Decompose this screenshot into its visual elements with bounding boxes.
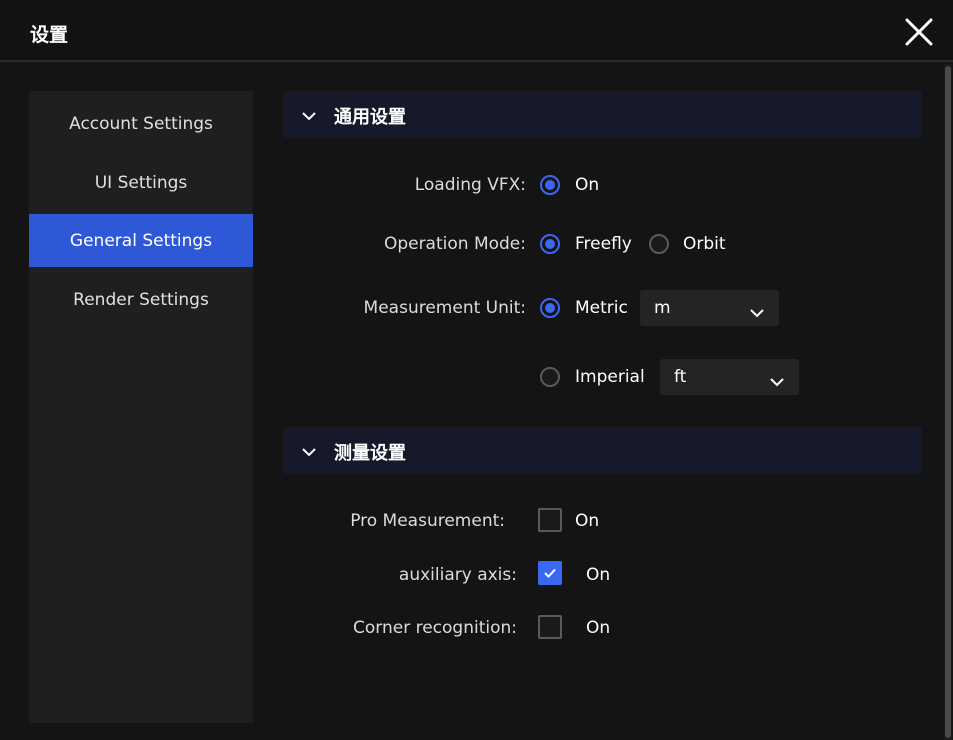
loading-vfx-label: Loading VFX: — [414, 175, 526, 195]
operation-mode-label: Operation Mode: — [383, 234, 526, 254]
measurement-unit-label: Measurement Unit: — [363, 298, 526, 318]
freefly-label: Freefly — [575, 234, 632, 254]
freefly-radio[interactable] — [540, 234, 560, 254]
check-icon — [544, 568, 556, 578]
sidebar: Account Settings UI Settings General Set… — [29, 91, 253, 723]
metric-radio[interactable] — [540, 298, 560, 318]
section-title-measure: 测量设置 — [334, 443, 406, 464]
corner-recognition-checkbox[interactable] — [538, 615, 562, 639]
corner-recognition-label: Corner recognition: — [353, 618, 517, 638]
chevron-down-icon — [301, 443, 317, 462]
orbit-label: Orbit — [683, 234, 726, 254]
section-header-measure[interactable]: 测量设置 — [283, 427, 922, 474]
title-bar: 设置 — [0, 0, 953, 62]
imperial-label: Imperial — [575, 367, 645, 387]
sidebar-item-render-settings[interactable]: Render Settings — [29, 273, 253, 326]
pro-measurement-label: Pro Measurement: — [350, 511, 505, 531]
auxiliary-axis-label: auxiliary axis: — [398, 565, 517, 585]
loading-vfx-on-radio[interactable] — [540, 175, 560, 195]
sidebar-item-account-settings[interactable]: Account Settings — [29, 97, 253, 150]
chevron-down-icon — [301, 107, 317, 126]
imperial-radio[interactable] — [540, 367, 560, 387]
corner-recognition-value: On — [586, 618, 611, 638]
section-title-general: 通用设置 — [334, 107, 406, 128]
close-icon[interactable] — [903, 16, 935, 48]
metric-unit-value: m — [654, 298, 671, 318]
imperial-unit-select[interactable]: ft — [660, 359, 799, 395]
metric-label: Metric — [575, 298, 628, 318]
loading-vfx-on-label: On — [575, 175, 600, 195]
scrollbar-thumb[interactable] — [945, 66, 951, 738]
sidebar-item-general-settings[interactable]: General Settings — [29, 214, 253, 267]
window-title: 设置 — [30, 24, 69, 46]
metric-unit-select[interactable]: m — [640, 290, 779, 326]
imperial-unit-value: ft — [674, 367, 687, 387]
sidebar-item-ui-settings[interactable]: UI Settings — [29, 156, 253, 209]
pro-measurement-checkbox[interactable] — [538, 508, 562, 532]
chevron-down-icon — [769, 372, 785, 391]
pro-measurement-value: On — [575, 511, 600, 531]
orbit-radio[interactable] — [649, 234, 669, 254]
scrollbar[interactable] — [944, 64, 952, 740]
auxiliary-axis-value: On — [586, 565, 611, 585]
chevron-down-icon — [749, 303, 765, 322]
section-header-general[interactable]: 通用设置 — [283, 91, 922, 138]
auxiliary-axis-checkbox[interactable] — [538, 561, 562, 585]
